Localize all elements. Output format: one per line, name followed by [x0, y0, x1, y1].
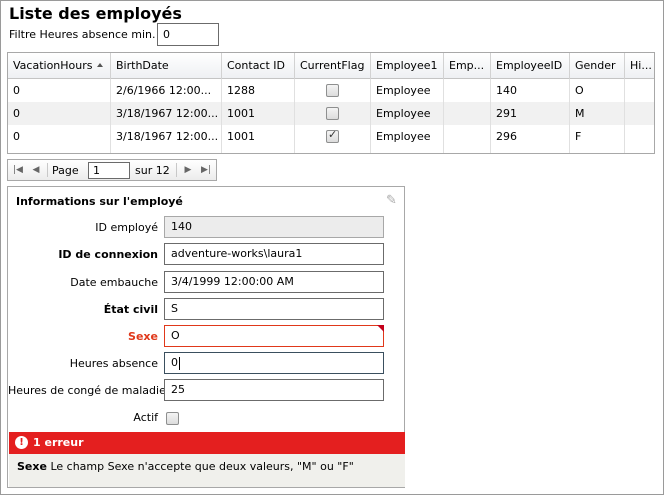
sick-leave-hours-field[interactable]: 25 [164, 379, 384, 401]
error-detail[interactable]: Sexe Le champ Sexe n'accepte que deux va… [9, 454, 405, 487]
previous-page-icon[interactable]: ◀ [28, 163, 44, 177]
column-header-birthdate[interactable]: BirthDate [111, 53, 222, 79]
grid-filler [491, 148, 570, 153]
field-label-hire-date: Date embauche [70, 276, 158, 289]
column-header-contactid[interactable]: Contact ID [222, 53, 295, 79]
employee-id-field: 140 [164, 216, 384, 238]
cell-employeeid: 296 [491, 125, 570, 148]
field-label-gender: Sexe [128, 330, 158, 343]
column-header-label: VacationHours [13, 59, 93, 72]
absence-hours-value: 0 [171, 356, 178, 369]
cell-hi [625, 125, 654, 148]
cell-hi [625, 102, 654, 125]
field-label-sick-leave-hours: Heures de congé de maladie [8, 384, 166, 397]
field-label-employee-id: ID employé [95, 221, 158, 234]
filter-label: Filtre Heures absence min. [9, 28, 156, 41]
cell-birthdate: 3/18/1967 12:00... [111, 125, 222, 148]
page-number-input[interactable]: 1 [88, 162, 130, 179]
cell-gender: M [570, 102, 625, 125]
cell-currentflag: ✓ [295, 125, 371, 148]
cell-emp [444, 125, 491, 148]
column-header-employeeid[interactable]: EmployeeID [491, 53, 570, 79]
pager-separator [47, 163, 48, 177]
column-header-vacationhours[interactable]: VacationHours [8, 53, 111, 79]
currentflag-checkbox[interactable] [326, 84, 339, 97]
cell-gender: O [570, 79, 625, 102]
cell-currentflag [295, 79, 371, 102]
login-id-field[interactable]: adventure-works\laura1 [164, 243, 384, 265]
cell-currentflag [295, 102, 371, 125]
active-checkbox[interactable] [166, 412, 179, 425]
error-summary-text: 1 erreur [33, 436, 84, 449]
error-field-name: Sexe [17, 460, 47, 473]
pager: |◀ ◀ Page 1 sur 12 ▶ ▶| [7, 159, 217, 181]
field-label-marital-status: État civil [103, 303, 158, 316]
sort-ascending-icon [97, 63, 103, 67]
grid-filler [222, 148, 295, 153]
grid-filler [444, 148, 491, 153]
error-message: Le champ Sexe n'accepte que deux valeurs… [50, 460, 354, 473]
table-row[interactable]: 0 2/6/1966 12:00... 1288 Employee 140 O [8, 79, 654, 102]
grid-filler [8, 148, 111, 153]
cell-employee1: Employee [371, 125, 444, 148]
error-icon: ! [15, 436, 28, 449]
cell-vacationhours: 0 [8, 79, 111, 102]
page-title: Liste des employés [9, 4, 182, 23]
grid-empty-area [8, 148, 654, 153]
grid-filler [111, 148, 222, 153]
form-title: Informations sur l'employé [16, 195, 183, 208]
page-count-label: sur 12 [135, 164, 170, 177]
marital-status-field[interactable]: S [164, 298, 384, 320]
cell-contactid: 1001 [222, 125, 295, 148]
cell-contactid: 1001 [222, 102, 295, 125]
employee-grid: VacationHours BirthDate Contact ID Curre… [7, 52, 655, 154]
column-header-gender[interactable]: Gender [570, 53, 625, 79]
cell-employee1: Employee [371, 79, 444, 102]
cell-employeeid: 140 [491, 79, 570, 102]
cell-emp [444, 79, 491, 102]
employee-details-form: Informations sur l'employé ✎ ID employé … [7, 186, 405, 488]
currentflag-checkbox-checked[interactable]: ✓ [326, 128, 339, 143]
cell-gender: F [570, 125, 625, 148]
filter-absence-input[interactable]: 0 [157, 23, 219, 46]
column-header-emp[interactable]: Emp... [444, 53, 491, 79]
grid-filler [295, 148, 371, 153]
grid-filler [570, 148, 625, 153]
currentflag-checkbox[interactable] [326, 107, 339, 120]
column-header-hi[interactable]: Hi... [625, 53, 654, 79]
cell-vacationhours: 0 [8, 102, 111, 125]
checkmark-icon: ✓ [328, 128, 338, 141]
cell-contactid: 1288 [222, 79, 295, 102]
column-header-currentflag[interactable]: CurrentFlag [295, 53, 371, 79]
grid-filler [371, 148, 444, 153]
first-page-icon[interactable]: |◀ [10, 163, 26, 177]
error-summary-bar: ! 1 erreur [9, 432, 405, 454]
field-label-absence-hours: Heures absence [69, 357, 158, 370]
table-row[interactable]: 0 3/18/1967 12:00... 1001 Employee 291 M [8, 102, 654, 125]
column-header-employee1[interactable]: Employee1 [371, 53, 444, 79]
grid-header: VacationHours BirthDate Contact ID Curre… [8, 53, 654, 79]
cell-vacationhours: 0 [8, 125, 111, 148]
field-label-login-id: ID de connexion [58, 248, 158, 261]
next-page-icon[interactable]: ▶ [180, 163, 196, 177]
cell-birthdate: 3/18/1967 12:00... [111, 102, 222, 125]
page-label: Page [52, 164, 79, 177]
cell-emp [444, 102, 491, 125]
cell-hi [625, 79, 654, 102]
table-row[interactable]: 0 3/18/1967 12:00... 1001 ✓ Employee 296… [8, 125, 654, 148]
cell-birthdate: 2/6/1966 12:00... [111, 79, 222, 102]
edit-pencil-icon[interactable]: ✎ [386, 194, 400, 208]
gender-field[interactable]: O [164, 325, 384, 347]
absence-hours-field[interactable]: 0 [164, 352, 384, 374]
hire-date-field[interactable]: 3/4/1999 12:00:00 AM [164, 271, 384, 293]
text-caret [179, 356, 180, 370]
cell-employeeid: 291 [491, 102, 570, 125]
pager-separator [176, 163, 177, 177]
last-page-icon[interactable]: ▶| [198, 163, 214, 177]
field-label-active: Actif [133, 411, 158, 424]
cell-employee1: Employee [371, 102, 444, 125]
